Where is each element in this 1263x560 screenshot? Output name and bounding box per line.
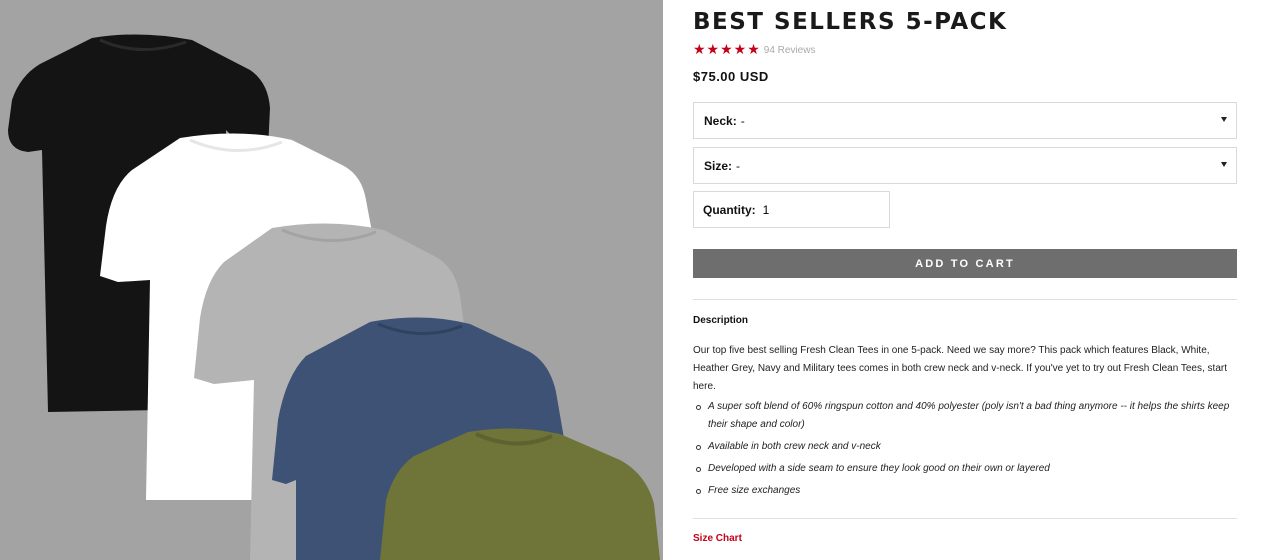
neck-label: Neck: [704,113,737,128]
description-text: Our top five best selling Fresh Clean Te… [693,345,1227,392]
quantity-field[interactable]: Quantity: [693,191,890,228]
tshirt-stack-image [8,34,660,560]
size-select[interactable]: Size: - [693,147,1237,184]
list-item: Developed with a side seam to ensure the… [693,460,1237,478]
caret-down-icon [1221,117,1227,122]
add-to-cart-button[interactable]: ADD TO CART [693,249,1237,278]
list-item: Available in both crew neck and v-neck [693,438,1237,456]
product-price: $75.00 USD [693,69,769,84]
quantity-input[interactable] [762,202,823,217]
caret-down-icon [1221,162,1227,167]
feature-list: A super soft blend of 60% ringspun cotto… [693,398,1237,504]
description-heading: Description [693,315,749,326]
list-item: A super soft blend of 60% ringspun cotto… [693,398,1237,434]
neck-select[interactable]: Neck: - [693,102,1237,139]
list-item: Free size exchanges [693,482,1237,500]
divider [693,299,1237,300]
size-chart-link[interactable]: Size Chart [693,533,742,544]
review-count-link[interactable]: 94 Reviews [764,45,816,56]
product-image[interactable] [0,0,663,560]
rating[interactable]: ★★★★★ 94 Reviews [693,42,815,58]
size-value: - [736,158,741,173]
product-title: BEST SELLERS 5-PACK [693,9,1008,35]
quantity-label: Quantity: [703,202,756,217]
star-rating-icon: ★★★★★ [693,42,761,58]
neck-value: - [740,113,745,128]
size-label: Size: [704,158,733,173]
divider [693,518,1237,519]
